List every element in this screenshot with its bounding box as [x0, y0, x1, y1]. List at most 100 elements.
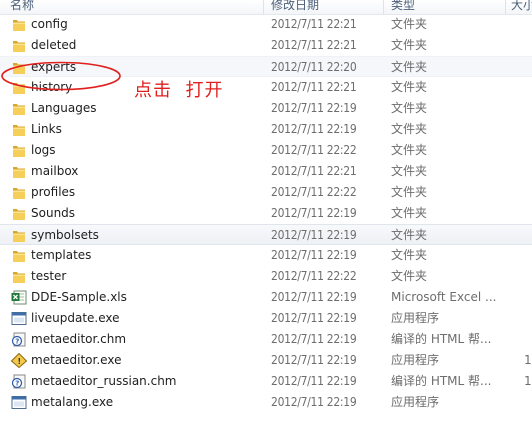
file-row-links[interactable]: Links 2012/7/11 22:19 文件夹	[0, 119, 532, 140]
file-row-metalang-exe[interactable]: metalang.exe 2012/7/11 22:19 应用程序	[0, 392, 532, 413]
modified-date: 2012/7/11 22:22	[271, 269, 357, 283]
file-row-sounds[interactable]: Sounds 2012/7/11 22:19 文件夹	[0, 203, 532, 224]
file-type: 应用程序	[391, 395, 440, 409]
file-type: 文件夹	[391, 122, 428, 136]
file-name: metaeditor_russian.chm	[31, 374, 177, 388]
file-type: 文件夹	[391, 248, 428, 262]
column-header-name[interactable]: 名称	[10, 0, 70, 12]
file-row-languages[interactable]: Languages 2012/7/11 22:19 文件夹	[0, 98, 532, 119]
file-type: 文件夹	[391, 269, 428, 283]
modified-date: 2012/7/11 22:19	[271, 228, 357, 242]
file-name: profiles	[31, 185, 76, 199]
column-divider[interactable]	[263, 0, 264, 14]
svg-text:?: ?	[15, 338, 19, 346]
modified-date: 2012/7/11 22:21	[271, 38, 357, 52]
modified-date: 2012/7/11 22:19	[271, 122, 357, 136]
folder-icon	[11, 17, 27, 32]
file-name: deleted	[31, 38, 77, 52]
file-name: templates	[31, 248, 92, 262]
file-name: DDE-Sample.xls	[31, 290, 127, 304]
column-header-size[interactable]: 大小	[511, 0, 532, 12]
click-open-annotation: 点击 打开	[134, 80, 224, 101]
folder-icon	[11, 185, 27, 200]
column-divider[interactable]	[383, 0, 384, 14]
metaeditor-icon: !	[10, 352, 28, 369]
modified-date: 2012/7/11 22:21	[271, 164, 357, 178]
folder-icon	[11, 122, 27, 137]
file-row-symbolsets[interactable]: symbolsets 2012/7/11 22:19 文件夹	[0, 224, 532, 245]
folder-icon	[11, 228, 27, 243]
file-type: 文件夹	[391, 60, 428, 74]
file-name: symbolsets	[31, 228, 99, 242]
file-row-liveupdate-exe[interactable]: liveupdate.exe 2012/7/11 22:19 应用程序	[0, 308, 532, 329]
file-row-metaeditor-chm[interactable]: ? metaeditor.chm 2012/7/11 22:19 编译的 HTML 帮…	[0, 329, 532, 350]
chm-icon: ?	[11, 332, 27, 347]
excel-icon	[11, 290, 27, 305]
modified-date: 2012/7/11 22:19	[271, 311, 357, 325]
column-divider[interactable]	[505, 0, 506, 14]
modified-date: 2012/7/11 22:22	[271, 185, 357, 199]
file-row-profiles[interactable]: profiles 2012/7/11 22:22 文件夹	[0, 182, 532, 203]
file-type: 文件夹	[391, 185, 428, 199]
file-type: 文件夹	[391, 38, 428, 52]
file-type: 编译的 HTML 帮...	[391, 374, 492, 388]
modified-date: 2012/7/11 22:19	[271, 206, 357, 220]
file-type: 文件夹	[391, 164, 428, 178]
folder-icon	[11, 164, 27, 179]
file-row-mailbox[interactable]: mailbox 2012/7/11 22:21 文件夹	[0, 161, 532, 182]
file-name: Sounds	[31, 206, 76, 220]
modified-date: 2012/7/11 22:19	[271, 332, 357, 346]
file-type: 文件夹	[391, 80, 428, 94]
file-type: 应用程序	[391, 353, 440, 367]
file-row-dde-sample-xls[interactable]: DDE-Sample.xls 2012/7/11 22:19 Microsoft E…	[0, 287, 532, 308]
file-size: 1	[524, 374, 532, 388]
file-type: 文件夹	[391, 17, 428, 31]
modified-date: 2012/7/11 22:19	[271, 353, 357, 367]
svg-text:!: !	[18, 357, 22, 366]
file-row-templates[interactable]: templates 2012/7/11 22:19 文件夹	[0, 245, 532, 266]
file-type: 文件夹	[391, 101, 428, 115]
folder-icon	[11, 269, 27, 284]
chm-icon: ?	[11, 374, 27, 389]
column-header-type[interactable]: 类型	[391, 0, 491, 12]
column-header-bar: 名称 修改日期 类型 大小	[0, 0, 532, 15]
file-name: liveupdate.exe	[31, 311, 120, 325]
file-type: 应用程序	[391, 311, 440, 325]
file-type: 文件夹	[391, 206, 428, 220]
modified-date: 2012/7/11 22:20	[271, 60, 357, 74]
file-name: tester	[31, 269, 67, 283]
file-type: Microsoft Excel ...	[391, 290, 497, 304]
file-name: Links	[31, 122, 62, 136]
file-row-metaeditor-russian-chm[interactable]: ? metaeditor_russian.chm 2012/7/11 22:19 编译…	[0, 371, 532, 392]
red-highlight-circle	[1, 61, 121, 91]
modified-date: 2012/7/11 22:22	[271, 143, 357, 157]
file-size: 1	[524, 353, 532, 367]
file-row-deleted[interactable]: deleted 2012/7/11 22:21 文件夹	[0, 35, 532, 56]
modified-date: 2012/7/11 22:21	[271, 80, 357, 94]
file-row-config[interactable]: config 2012/7/11 22:21 文件夹	[0, 14, 532, 35]
file-row-tester[interactable]: tester 2012/7/11 22:22 文件夹	[0, 266, 532, 287]
folder-icon	[11, 206, 27, 221]
file-type: 文件夹	[391, 228, 428, 242]
folder-icon	[11, 38, 27, 53]
modified-date: 2012/7/11 22:19	[271, 101, 357, 115]
file-name: logs	[31, 143, 56, 157]
folder-icon	[11, 101, 27, 116]
svg-text:?: ?	[15, 380, 19, 388]
exe-icon	[11, 395, 27, 410]
file-row-metaeditor-exe[interactable]: ! metaeditor.exe 2012/7/11 22:19 应用程序 1	[0, 350, 532, 371]
modified-date: 2012/7/11 22:21	[271, 17, 357, 31]
exe-icon	[11, 311, 27, 326]
file-type: 文件夹	[391, 143, 428, 157]
column-header-date[interactable]: 修改日期	[271, 0, 371, 12]
file-row-logs[interactable]: logs 2012/7/11 22:22 文件夹	[0, 140, 532, 161]
file-type: 编译的 HTML 帮...	[391, 332, 492, 346]
modified-date: 2012/7/11 22:19	[271, 395, 357, 409]
file-name: metaeditor.exe	[31, 353, 122, 367]
file-name: metaeditor.chm	[31, 332, 127, 346]
folder-icon	[11, 143, 27, 158]
file-name: Languages	[31, 101, 97, 115]
file-name: metalang.exe	[31, 395, 114, 409]
file-name: mailbox	[31, 164, 79, 178]
modified-date: 2012/7/11 22:19	[271, 290, 357, 304]
